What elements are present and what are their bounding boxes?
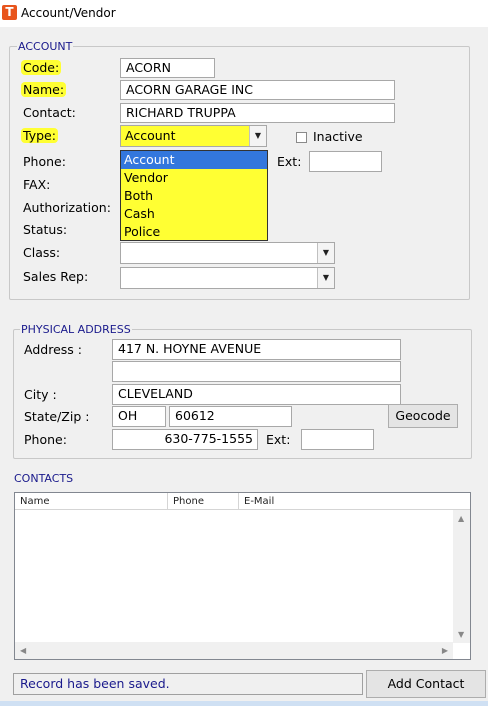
sales-rep-select[interactable]: ▼ bbox=[120, 267, 335, 289]
column-header-email[interactable]: E-Mail bbox=[239, 493, 470, 510]
add-contact-button[interactable]: Add Contact bbox=[366, 670, 486, 698]
address-ext-field[interactable] bbox=[301, 429, 374, 450]
type-option-vendor[interactable]: Vendor bbox=[121, 169, 267, 187]
scroll-down-icon[interactable]: ▼ bbox=[458, 630, 464, 639]
type-option-cash[interactable]: Cash bbox=[121, 205, 267, 223]
inactive-label: Inactive bbox=[313, 129, 363, 144]
type-select[interactable]: Account ▼ bbox=[120, 125, 267, 147]
type-option-both[interactable]: Both bbox=[121, 187, 267, 205]
address-phone-label: Phone: bbox=[24, 432, 67, 447]
vertical-scrollbar[interactable]: ▲ ▼ bbox=[453, 510, 470, 643]
class-select[interactable]: ▼ bbox=[120, 242, 335, 264]
type-option-account[interactable]: Account bbox=[121, 151, 267, 169]
account-legend: ACCOUNT bbox=[17, 40, 74, 53]
status-message: Record has been saved. bbox=[13, 673, 363, 695]
city-label: City : bbox=[24, 387, 57, 402]
window-bottom-border bbox=[0, 701, 488, 706]
type-dropdown-list[interactable]: Account Vendor Both Cash Police bbox=[120, 150, 268, 241]
phone-ext-field[interactable] bbox=[309, 151, 382, 172]
state-field[interactable]: OH bbox=[112, 406, 166, 427]
contacts-legend: CONTACTS bbox=[14, 472, 74, 485]
name-label: Name: bbox=[21, 82, 67, 97]
type-option-police[interactable]: Police bbox=[121, 223, 267, 241]
contact-field[interactable]: RICHARD TRUPPA bbox=[120, 103, 395, 123]
fax-label: FAX: bbox=[23, 177, 51, 192]
state-zip-label: State/Zip : bbox=[24, 409, 90, 424]
inactive-checkbox[interactable] bbox=[296, 132, 307, 143]
address-line2-field[interactable] bbox=[112, 361, 401, 382]
address-phone-field[interactable]: 630-775-1555 bbox=[112, 429, 258, 450]
horizontal-scrollbar[interactable]: ◀ ▶ bbox=[15, 642, 453, 659]
city-field[interactable]: CLEVELAND bbox=[112, 384, 401, 405]
window-title: Account/Vendor bbox=[21, 6, 116, 20]
column-header-phone[interactable]: Phone bbox=[168, 493, 239, 510]
phone-label: Phone: bbox=[23, 154, 66, 169]
app-logo-icon: T bbox=[2, 5, 17, 20]
code-field[interactable]: ACORN bbox=[120, 58, 215, 78]
type-label: Type: bbox=[21, 128, 58, 143]
chevron-down-icon[interactable]: ▼ bbox=[249, 126, 266, 146]
chevron-down-icon[interactable]: ▼ bbox=[317, 243, 334, 263]
scroll-right-icon[interactable]: ▶ bbox=[442, 646, 448, 655]
sales-rep-label: Sales Rep: bbox=[23, 269, 89, 284]
name-field[interactable]: ACORN GARAGE INC bbox=[120, 80, 395, 100]
class-label: Class: bbox=[23, 245, 61, 260]
title-bar: T Account/Vendor bbox=[0, 0, 488, 27]
authorization-label: Authorization: bbox=[23, 200, 111, 215]
physical-address-legend: PHYSICAL ADDRESS bbox=[20, 323, 132, 336]
chevron-down-icon[interactable]: ▼ bbox=[317, 268, 334, 288]
ext-label: Ext: bbox=[277, 154, 302, 169]
contact-label: Contact: bbox=[23, 105, 76, 120]
scroll-up-icon[interactable]: ▲ bbox=[458, 514, 464, 523]
contacts-grid[interactable]: Name Phone E-Mail ▲ ▼ ◀ ▶ bbox=[14, 492, 471, 660]
scroll-left-icon[interactable]: ◀ bbox=[20, 646, 26, 655]
geocode-button[interactable]: Geocode bbox=[388, 404, 458, 428]
zip-field[interactable]: 60612 bbox=[169, 406, 292, 427]
code-label: Code: bbox=[21, 60, 62, 75]
address-ext-label: Ext: bbox=[266, 432, 291, 447]
address-line1-field[interactable]: 417 N. HOYNE AVENUE bbox=[112, 339, 401, 360]
column-header-name[interactable]: Name bbox=[15, 493, 168, 510]
type-select-value: Account bbox=[125, 128, 176, 143]
address-label: Address : bbox=[24, 342, 82, 357]
status-label: Status: bbox=[23, 222, 68, 237]
